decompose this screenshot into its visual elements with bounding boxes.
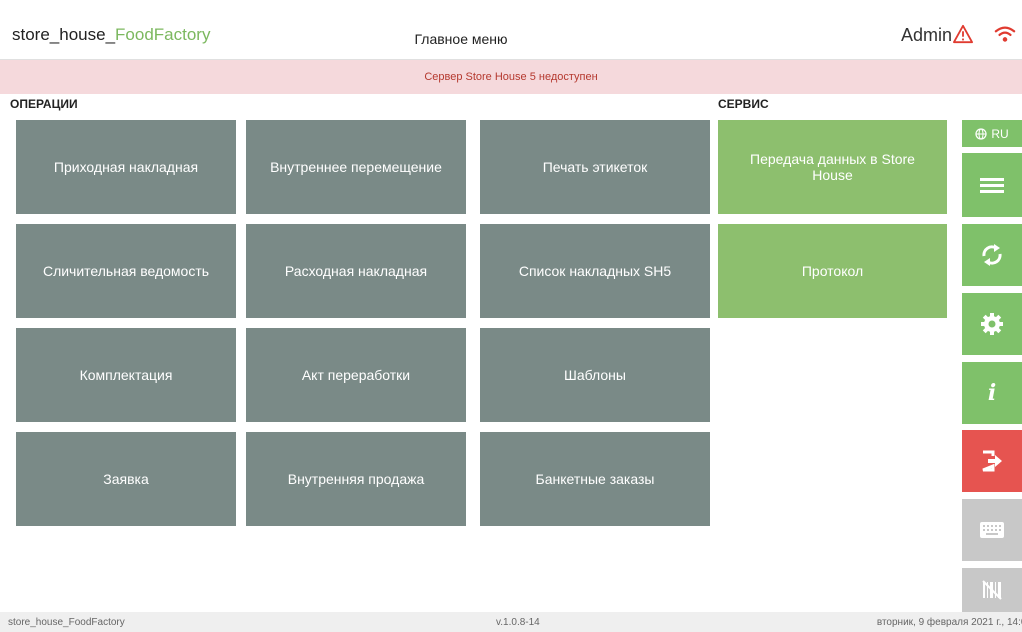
sh5-invoice-list-button[interactable]: Список накладных SH5 [480, 224, 710, 318]
footer-app-name: store_house_FoodFactory [8, 617, 125, 628]
protocol-button[interactable]: Протокол [718, 224, 947, 318]
operations-section-label: ОПЕРАЦИИ [10, 97, 78, 111]
info-icon: i [987, 380, 997, 406]
request-button[interactable]: Заявка [16, 432, 236, 526]
outgoing-invoice-button[interactable]: Расходная накладная [246, 224, 466, 318]
globe-icon [975, 127, 987, 140]
keyboard-icon [980, 522, 1004, 538]
assembly-button[interactable]: Комплектация [16, 328, 236, 422]
processing-act-button[interactable]: Акт переработки [246, 328, 466, 422]
settings-button[interactable] [962, 293, 1022, 355]
keyboard-button[interactable] [962, 499, 1022, 561]
language-button[interactable]: RU [962, 120, 1022, 147]
reconciliation-sheet-button[interactable]: Сличительная ведомость [16, 224, 236, 318]
server-unavailable-alert: Сервер Store House 5 недоступен [0, 60, 1022, 94]
hamburger-menu-icon [980, 178, 1004, 193]
banquet-orders-button[interactable]: Банкетные заказы [480, 432, 710, 526]
wifi-icon[interactable] [994, 24, 1016, 44]
service-section-label: СЕРВИС [718, 97, 769, 111]
logout-button[interactable] [962, 430, 1022, 492]
status-bar: store_house_FoodFactory v.1.0.8-14 вторн… [0, 612, 1022, 632]
info-button[interactable]: i [962, 362, 1022, 424]
internal-sale-button[interactable]: Внутренняя продажа [246, 432, 466, 526]
warning-icon[interactable] [952, 24, 974, 44]
sync-button[interactable] [962, 224, 1022, 286]
incoming-invoice-button[interactable]: Приходная накладная [16, 120, 236, 214]
footer-datetime: вторник, 9 февраля 2021 г., 14:06 [876, 617, 1022, 628]
top-bar: store_house_FoodFactory Главное меню Adm… [0, 0, 1022, 60]
internal-transfer-button[interactable]: Внутреннее перемещение [246, 120, 466, 214]
print-labels-button[interactable]: Печать этикеток [480, 120, 710, 214]
transfer-data-button[interactable]: Передача данных в Store House [718, 120, 947, 214]
language-label: RU [991, 126, 1009, 141]
templates-button[interactable]: Шаблоны [480, 328, 710, 422]
logout-icon [982, 450, 1002, 472]
barcode-off-icon [982, 580, 1002, 600]
barcode-scanner-button[interactable] [962, 568, 1022, 612]
footer-version: v.1.0.8-14 [496, 617, 540, 628]
settings-gear-icon [981, 313, 1003, 335]
menu-button[interactable] [962, 153, 1022, 217]
page-title: Главное меню [414, 31, 508, 47]
user-name[interactable]: Admin [901, 25, 952, 46]
sync-icon [982, 244, 1002, 266]
